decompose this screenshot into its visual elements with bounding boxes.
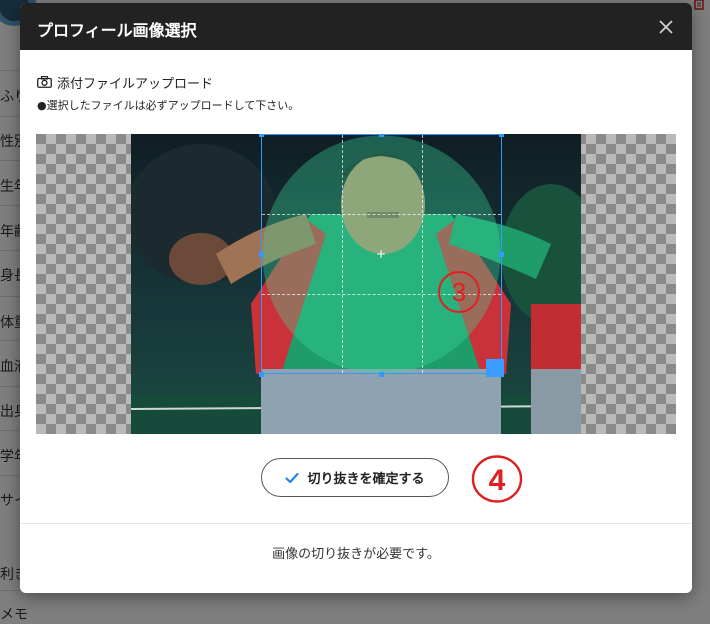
modal-title: プロフィール画像選択 bbox=[37, 21, 197, 40]
close-icon bbox=[659, 20, 673, 34]
step-3-label: 3 bbox=[452, 277, 466, 307]
status-message: 画像の切り抜きが必要です。 bbox=[272, 547, 440, 562]
camera-icon bbox=[37, 76, 52, 88]
profile-image-modal: プロフィール画像選択 添付ファイルアップロード ●選択したファイルは必ずアップロ… bbox=[20, 3, 692, 593]
file-upload-link[interactable]: 添付ファイルアップロード bbox=[37, 72, 213, 92]
crop-guide-line bbox=[342, 135, 343, 373]
confirm-crop-label: 切り抜きを確定する bbox=[307, 472, 425, 487]
step-3-annotation: 3 bbox=[438, 271, 480, 313]
confirm-crop-button[interactable]: 切り抜きを確定する bbox=[261, 458, 449, 497]
crop-guide-line bbox=[422, 135, 423, 373]
check-icon bbox=[285, 472, 300, 483]
crop-center-marker: + bbox=[376, 247, 387, 261]
upload-link-label: 添付ファイルアップロード bbox=[57, 76, 214, 92]
crop-guide-line bbox=[262, 214, 501, 215]
step-4-label: 4 bbox=[489, 464, 506, 497]
close-button[interactable] bbox=[654, 13, 678, 39]
upload-note: ●選択したファイルは必ずアップロードして下さい。 bbox=[37, 99, 300, 112]
step-4-annotation: 4 bbox=[471, 455, 523, 503]
crop-handle-w[interactable] bbox=[259, 252, 264, 257]
crop-handle-nw[interactable] bbox=[259, 134, 264, 137]
crop-handle-n[interactable] bbox=[379, 134, 384, 137]
crop-handle-sw[interactable] bbox=[259, 372, 264, 377]
crop-handle-s[interactable] bbox=[379, 372, 384, 377]
image-cropper[interactable]: + 3 bbox=[36, 134, 676, 434]
crop-selection[interactable]: + bbox=[259, 134, 504, 377]
crop-handle-e[interactable] bbox=[499, 252, 504, 257]
modal-header: プロフィール画像選択 bbox=[20, 3, 692, 50]
crop-handle-se[interactable] bbox=[486, 359, 504, 377]
crop-handle-ne[interactable] bbox=[499, 134, 504, 137]
modal-footer-divider bbox=[20, 523, 692, 524]
